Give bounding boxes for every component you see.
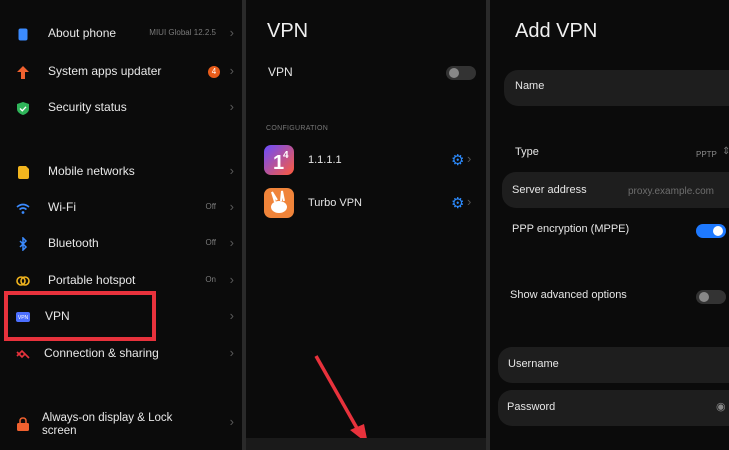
bluetooth-icon xyxy=(16,237,30,251)
settings-item-about-phone[interactable]: About phone MIUI Global 12.2.5 › xyxy=(0,19,242,49)
type-value: PPTP xyxy=(696,150,717,159)
advanced-options-row[interactable]: Show advanced options xyxy=(500,284,729,310)
chevron-right-icon: › xyxy=(229,414,234,429)
name-field[interactable]: Name xyxy=(504,70,729,106)
vpn-panel: VPN VPN CONFIGURATION 14 1.1.1.1 ⚙ › Tur… xyxy=(246,0,486,450)
chevron-right-icon: › xyxy=(229,163,234,178)
settings-item-label: Mobile networks xyxy=(48,164,135,178)
chevron-right-icon: › xyxy=(229,25,234,40)
settings-item-always-on-display[interactable]: Always-on display & Lock screen › xyxy=(0,408,242,442)
settings-item-system-apps-updater[interactable]: System apps updater 4 › xyxy=(0,57,242,87)
settings-item-label: About phone xyxy=(48,26,117,40)
share-icon xyxy=(16,347,30,361)
eye-icon[interactable]: ◉ xyxy=(716,400,726,413)
lock-icon xyxy=(16,417,30,431)
settings-item-connection-sharing[interactable]: Connection & sharing › xyxy=(0,339,242,369)
settings-panel: About phone MIUI Global 12.2.5 › System … xyxy=(0,0,242,450)
settings-item-wifi[interactable]: Wi-Fi Off › xyxy=(0,193,242,223)
settings-item-value: Off xyxy=(205,202,216,211)
chevron-right-icon: › xyxy=(229,235,234,250)
chevron-right-icon: › xyxy=(229,345,234,360)
chevron-right-icon: › xyxy=(229,308,234,323)
sim-icon xyxy=(16,165,30,179)
settings-item-label: Portable hotspot xyxy=(48,273,136,287)
server-address-field[interactable]: Server address proxy.example.com xyxy=(502,172,729,208)
vpn-highlight-box xyxy=(4,291,156,341)
settings-item-security-status[interactable]: Security status › xyxy=(0,93,242,123)
update-count-badge: 4 xyxy=(208,66,220,78)
chevron-right-icon: › xyxy=(229,63,234,78)
chevron-right-icon: › xyxy=(229,272,234,287)
advanced-options-toggle[interactable] xyxy=(696,290,726,304)
shield-check-icon xyxy=(16,101,30,115)
type-selector[interactable]: Type PPTP ⇕ xyxy=(504,140,729,170)
password-label: Password xyxy=(507,401,556,413)
type-label: Type xyxy=(515,146,539,158)
settings-item-label: Wi-Fi xyxy=(48,200,76,214)
chevron-right-icon: › xyxy=(229,199,234,214)
arrow-up-icon xyxy=(16,65,30,79)
name-field-label: Name xyxy=(515,80,545,92)
username-field[interactable]: Username xyxy=(498,347,729,383)
page-title: Add VPN xyxy=(515,20,598,42)
settings-item-mobile-networks[interactable]: Mobile networks › xyxy=(0,157,242,187)
settings-item-label: Always-on display & Lock screen xyxy=(42,412,173,437)
settings-item-label: System apps updater xyxy=(48,64,162,78)
settings-item-bluetooth[interactable]: Bluetooth Off › xyxy=(0,229,242,259)
ppp-encryption-label: PPP encryption (MPPE) xyxy=(512,223,630,235)
pointer-arrow-icon xyxy=(314,355,368,444)
hotspot-icon xyxy=(16,274,30,288)
ppp-encryption-toggle[interactable] xyxy=(696,224,726,238)
ppp-encryption-row[interactable]: PPP encryption (MPPE) xyxy=(502,218,729,244)
server-address-label: Server address xyxy=(512,184,587,196)
password-field[interactable]: Password ◉ xyxy=(498,390,729,426)
advanced-options-label: Show advanced options xyxy=(510,289,627,301)
wifi-icon xyxy=(16,201,30,215)
chevron-updown-icon: ⇕ xyxy=(722,146,729,157)
add-vpn-bar[interactable] xyxy=(246,438,486,450)
chevron-right-icon: › xyxy=(229,99,234,114)
settings-item-label: Security status xyxy=(48,100,127,114)
server-address-placeholder: proxy.example.com xyxy=(628,186,714,197)
settings-item-value: On xyxy=(205,275,216,284)
info-icon xyxy=(16,27,30,41)
settings-item-label: Bluetooth xyxy=(48,236,99,250)
settings-item-value: MIUI Global 12.2.5 xyxy=(149,28,216,37)
username-label: Username xyxy=(508,358,559,370)
settings-item-label: Connection & sharing xyxy=(44,346,159,360)
settings-item-value: Off xyxy=(205,238,216,247)
add-vpn-panel: Add VPN Name Type PPTP ⇕ Server address … xyxy=(490,0,729,450)
